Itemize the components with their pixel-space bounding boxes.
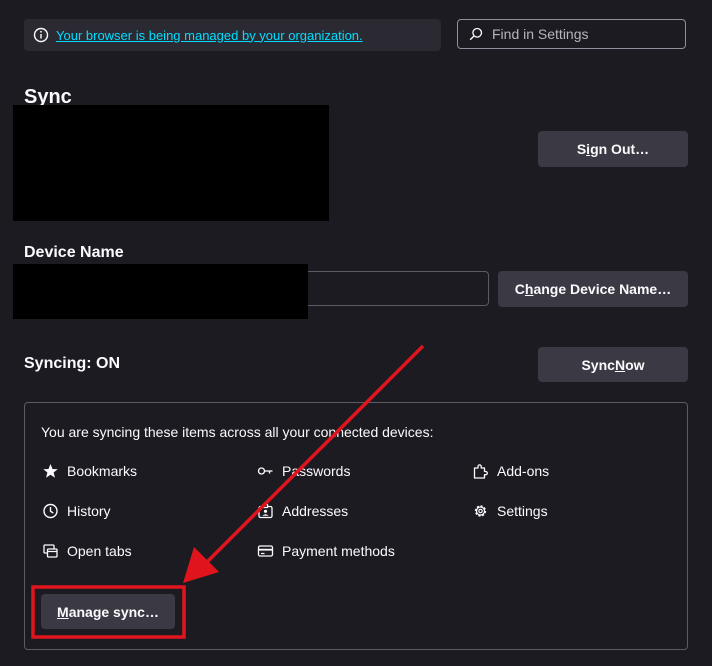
sync-item-label: Add-ons (497, 463, 550, 479)
change-device-name-button[interactable]: Ch ange Device Name… (498, 271, 688, 307)
tabs-icon (43, 544, 58, 558)
manage-sync-accesskey: M (57, 603, 69, 620)
sync-now-accesskey: N (614, 356, 626, 373)
sync-item-bookmarks: Bookmarks (42, 463, 137, 479)
sync-now-button[interactable]: Sync Now (538, 347, 688, 382)
sync-item-payment-methods: Payment methods (257, 543, 395, 559)
sync-item-label: Payment methods (282, 543, 395, 559)
change-device-label-rest: ange Device Name… (533, 281, 672, 297)
sync-item-label: History (67, 503, 111, 519)
sync-item-label: Open tabs (67, 543, 132, 559)
sync-item-passwords: Passwords (257, 463, 350, 479)
sign-out-label-rest: gn Out… (590, 141, 650, 157)
gear-icon (474, 505, 487, 517)
redacted-device-name (13, 264, 308, 319)
managed-notice: Your browser is being managed by your or… (24, 19, 441, 51)
search-input[interactable] (492, 26, 672, 42)
info-icon (33, 27, 49, 43)
clock-icon (43, 503, 58, 519)
redacted-account-info (13, 105, 329, 221)
address-card-icon (258, 503, 273, 519)
sync-description: You are syncing these items across all y… (41, 424, 434, 440)
sync-now-label-rest: ow (625, 356, 645, 373)
credit-card-icon (257, 545, 274, 557)
change-device-accesskey: h (524, 281, 534, 297)
sync-item-label: Passwords (282, 463, 351, 479)
puzzle-icon (473, 464, 488, 479)
sync-now-label: Sync (581, 356, 615, 373)
search-icon (469, 27, 483, 41)
settings-search-box[interactable] (457, 19, 686, 49)
sync-item-label: Settings (497, 503, 548, 519)
sign-out-button[interactable]: Si gn Out… (538, 131, 688, 167)
star-icon (43, 464, 58, 478)
manage-sync-button[interactable]: Manage sync… (41, 594, 175, 629)
sync-item-addresses: Addresses (257, 503, 348, 519)
device-name-heading: Device Name (24, 244, 124, 261)
managed-policy-link[interactable]: Your browser is being managed by your or… (56, 28, 363, 43)
sign-out-label: S (576, 141, 587, 157)
sync-item-open-tabs: Open tabs (42, 543, 132, 559)
change-device-label: C (514, 281, 525, 297)
sync-item-history: History (42, 503, 111, 519)
key-icon (257, 467, 273, 475)
sync-item-settings: Settings (472, 503, 548, 519)
sync-item-label: Bookmarks (67, 463, 138, 479)
sync-item-addons: Add-ons (472, 463, 549, 479)
sync-item-label: Addresses (282, 503, 349, 519)
manage-sync-label: anage sync… (68, 603, 159, 620)
sync-status-heading: Syncing: ON (24, 355, 121, 372)
